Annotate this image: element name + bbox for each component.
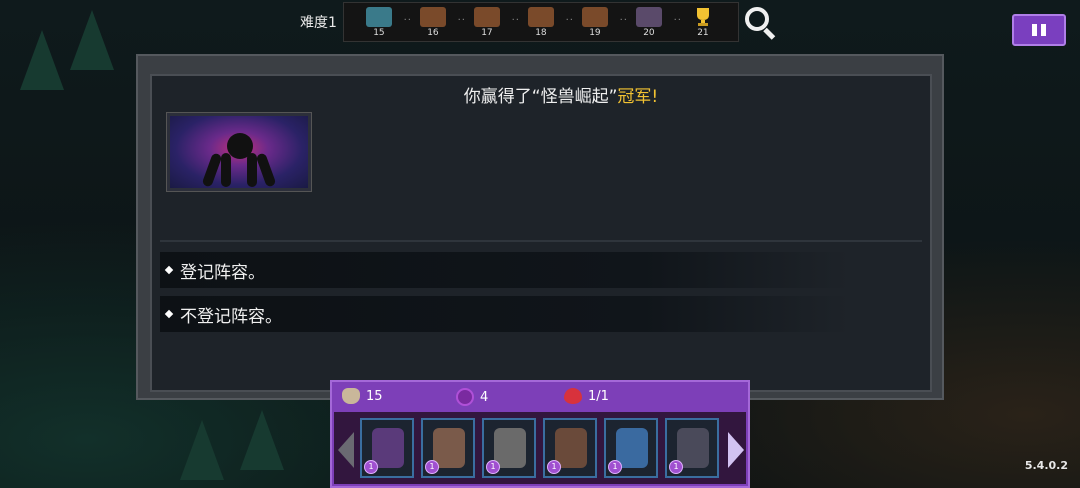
bullet-icon bbox=[164, 309, 174, 319]
stage-item: 17 ·· bbox=[460, 6, 519, 38]
version-label: 5.4.0.2 bbox=[1024, 459, 1068, 472]
skip-register-option[interactable]: 不登记阵容。 bbox=[160, 296, 850, 332]
boss-portrait bbox=[166, 112, 312, 192]
stage-item: 19 ·· bbox=[568, 6, 627, 38]
search-icon[interactable] bbox=[743, 5, 777, 40]
unit-sprite bbox=[616, 428, 648, 468]
unit-level-badge: 1 bbox=[669, 460, 683, 474]
unit-slot[interactable]: 1 bbox=[360, 418, 414, 478]
unit-sprite bbox=[433, 428, 465, 468]
lives-value: 1/1 bbox=[588, 388, 609, 404]
event-dialog: 你赢得了“怪兽崛起”冠军! 登记阵容。 不登记阵容。 bbox=[136, 54, 944, 400]
unit-slot[interactable]: 1 bbox=[482, 418, 536, 478]
scroll-right-arrow-icon[interactable] bbox=[728, 432, 744, 468]
stage-item: 21 bbox=[676, 7, 730, 38]
pause-icon bbox=[1032, 24, 1037, 36]
unit-level-badge: 1 bbox=[486, 460, 500, 474]
final-stage-icon bbox=[635, 6, 662, 27]
unit-slot[interactable]: 1 bbox=[665, 418, 719, 478]
option-label: 登记阵容。 bbox=[180, 262, 265, 283]
gold-counter: 15 bbox=[342, 388, 383, 404]
stage-number: 19 bbox=[589, 27, 601, 38]
battle-stage-icon bbox=[473, 6, 500, 27]
stage-number: 17 bbox=[481, 27, 493, 38]
bullet-icon bbox=[164, 265, 174, 275]
tree-decoration bbox=[70, 10, 114, 70]
title-highlight: 冠军! bbox=[617, 87, 659, 107]
stage-progress-bar: 难度1 15 ·· 16 ·· 17 ·· 18 ·· 19 ·· 20 ·· 21 bbox=[300, 0, 777, 44]
dialog-title: 你赢得了“怪兽崛起”冠军! bbox=[152, 82, 930, 107]
stage-number: 21 bbox=[697, 27, 709, 38]
unit-roster: 1 1 1 1 1 1 bbox=[334, 412, 746, 484]
option-label: 不登记阵容。 bbox=[180, 306, 282, 327]
team-panel: 15 4 1/1 1 1 1 1 1 1 bbox=[330, 380, 750, 488]
battle-stage-icon bbox=[419, 6, 446, 27]
unit-sprite bbox=[677, 428, 709, 468]
stage-item: 20 ·· bbox=[622, 6, 681, 38]
stage-item: 15 ·· bbox=[352, 6, 411, 38]
title-text: 你赢得了“怪兽崛起” bbox=[463, 87, 618, 107]
unit-sprite bbox=[494, 428, 526, 468]
battle-stage-icon bbox=[581, 6, 608, 27]
stage-number: 16 bbox=[427, 27, 439, 38]
unit-slot[interactable]: 1 bbox=[543, 418, 597, 478]
stage-number: 20 bbox=[643, 27, 655, 38]
trophy-icon bbox=[696, 7, 709, 26]
scroll-left-arrow-icon[interactable] bbox=[338, 432, 354, 468]
tree-decoration bbox=[180, 420, 224, 480]
stage-number: 15 bbox=[373, 27, 385, 38]
stage-item: 18 ·· bbox=[514, 6, 573, 38]
dialog-content: 你赢得了“怪兽崛起”冠军! 登记阵容。 不登记阵容。 bbox=[150, 74, 932, 392]
register-lineup-option[interactable]: 登记阵容。 bbox=[160, 252, 850, 288]
divider bbox=[160, 240, 922, 242]
unit-sprite bbox=[372, 428, 404, 468]
unit-level-badge: 1 bbox=[608, 460, 622, 474]
boss-stage-icon bbox=[365, 6, 392, 27]
heart-icon bbox=[564, 388, 582, 404]
unit-level-badge: 1 bbox=[547, 460, 561, 474]
battle-stage-icon bbox=[527, 6, 554, 27]
tree-decoration bbox=[240, 410, 284, 470]
unit-sprite bbox=[555, 428, 587, 468]
unit-slot[interactable]: 1 bbox=[604, 418, 658, 478]
money-bag-icon bbox=[342, 388, 360, 404]
gem-icon bbox=[456, 388, 474, 406]
difficulty-label: 难度1 bbox=[300, 15, 337, 31]
tree-decoration bbox=[20, 30, 64, 90]
gem-counter: 4 bbox=[456, 388, 488, 406]
unit-level-badge: 1 bbox=[425, 460, 439, 474]
pause-button[interactable] bbox=[1012, 14, 1066, 46]
stage-item: 16 ·· bbox=[406, 6, 465, 38]
stage-number: 18 bbox=[535, 27, 547, 38]
gold-value: 15 bbox=[366, 388, 383, 404]
unit-slot[interactable]: 1 bbox=[421, 418, 475, 478]
lives-counter: 1/1 bbox=[564, 388, 609, 404]
unit-level-badge: 1 bbox=[364, 460, 378, 474]
gem-value: 4 bbox=[480, 389, 489, 405]
stage-list: 15 ·· 16 ·· 17 ·· 18 ·· 19 ·· 20 ·· 21 bbox=[342, 2, 739, 42]
